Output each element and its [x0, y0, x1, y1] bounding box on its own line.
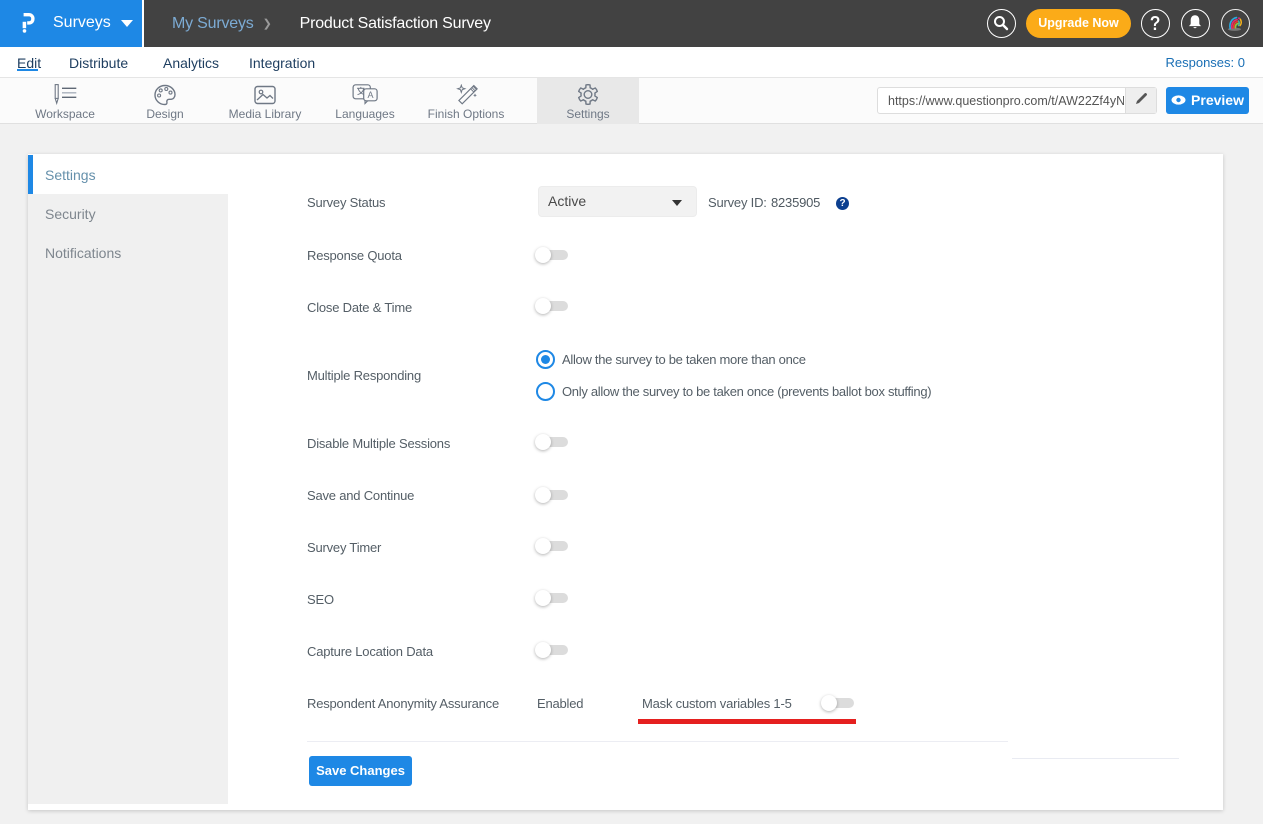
svg-text:A: A	[368, 90, 374, 100]
